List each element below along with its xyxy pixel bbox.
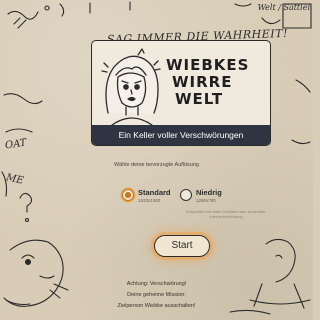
- option-niedrig-resolution: 1280x780: [196, 198, 216, 203]
- resolution-option-standard[interactable]: Standard 1920x1080: [122, 188, 182, 212]
- mission-line-3: Zielperson Wiebke ausschalten!: [117, 303, 196, 309]
- start-button[interactable]: Start: [154, 235, 210, 257]
- mission-line-2: Deine geheime Mission:: [127, 292, 186, 298]
- option-niedrig-title: Niedrig: [196, 188, 222, 197]
- title-logo-line-1: WIEBKES: [166, 56, 250, 74]
- title-logo-line-2: WIRRE: [172, 73, 233, 91]
- scribble-text-right: Welt / Sattlel: [257, 3, 310, 12]
- game-title-card: WIEBKES WIRRE WELT Ein Keller voller Ver…: [91, 40, 271, 146]
- option-standard-resolution: 1920x1080: [138, 198, 161, 203]
- radio-niedrig[interactable]: [180, 189, 192, 201]
- game-subtitle: Ein Keller voller Verschwörungen: [92, 125, 270, 145]
- mission-line-1: Achtung: Verschwörung!: [126, 281, 187, 287]
- title-logo-line-3: WELT: [175, 90, 224, 108]
- resolution-label: Wähle deine bevorzugte Auflösung: [113, 162, 199, 168]
- radio-standard[interactable]: [122, 189, 134, 201]
- option-standard-title: Standard: [138, 188, 171, 197]
- low-resolution-hint: Empfohlen bei alten Geräten oder schlech…: [186, 209, 266, 219]
